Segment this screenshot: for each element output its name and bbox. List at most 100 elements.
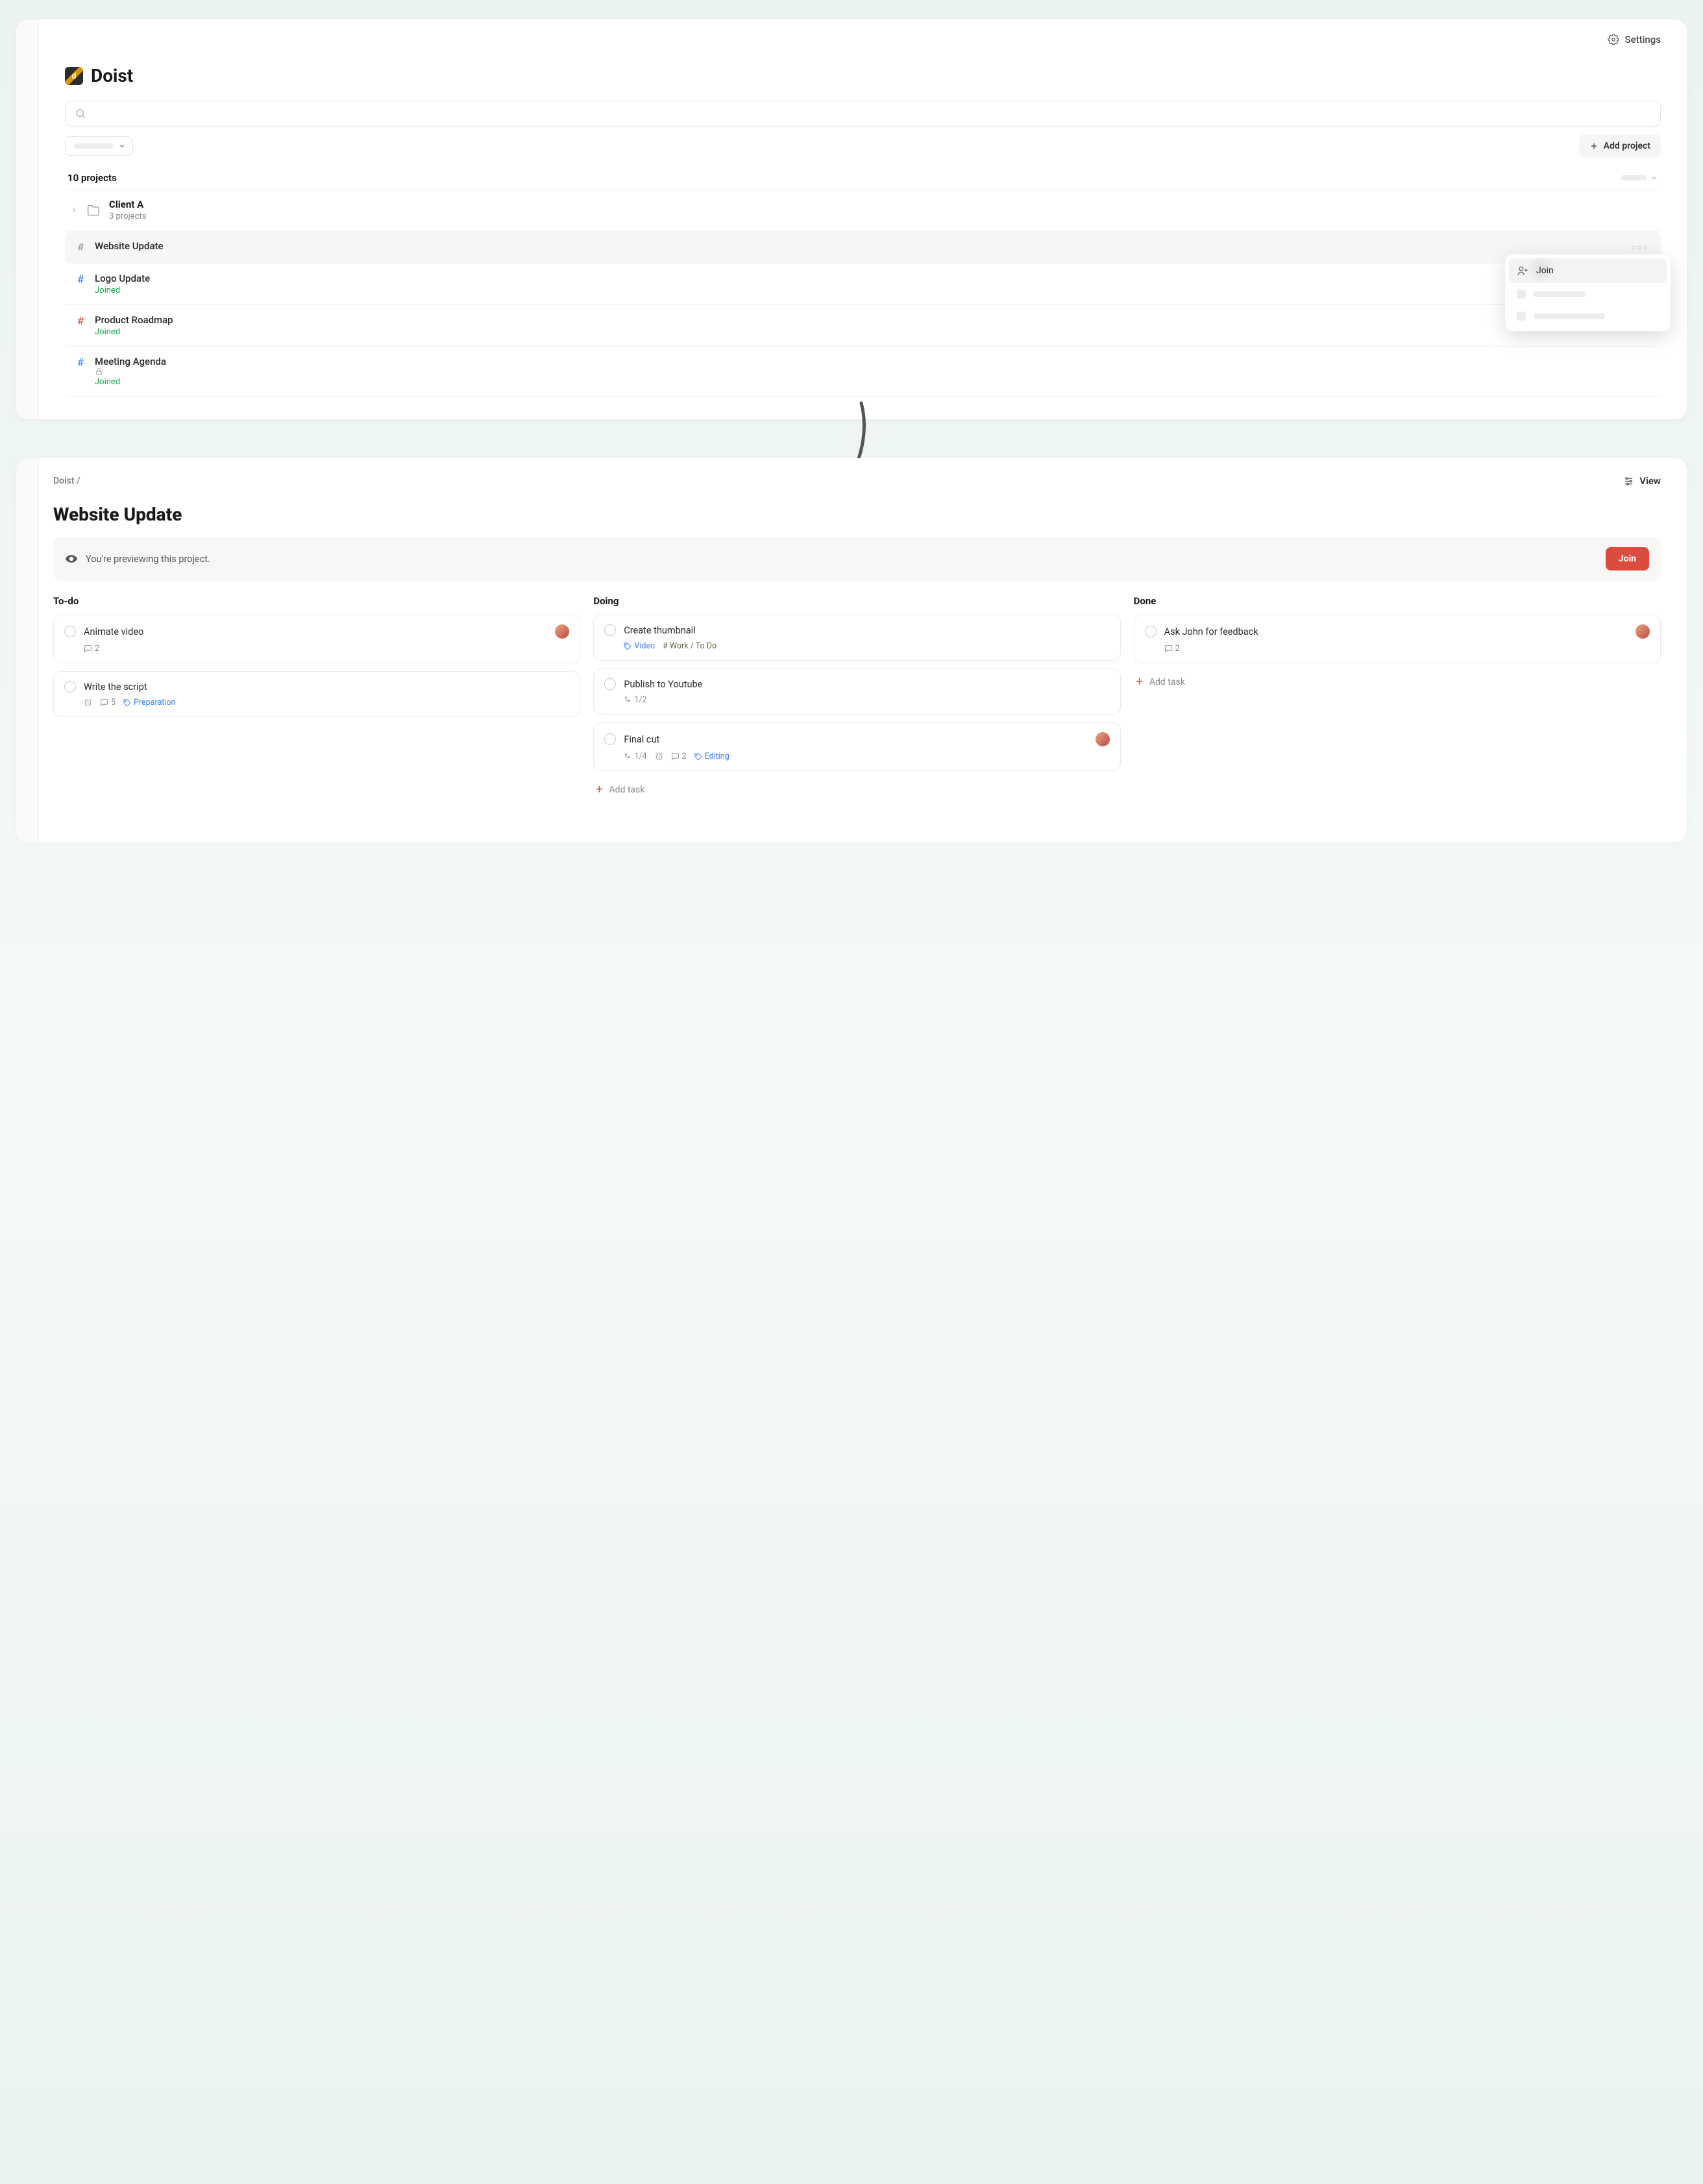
task-meta: 2 — [84, 644, 569, 654]
add-task-button[interactable]: + Add task — [593, 779, 1120, 800]
filter-dropdown[interactable] — [65, 136, 133, 156]
task-card[interactable]: Animate video 2 — [53, 615, 580, 663]
hash-icon: # — [75, 241, 86, 254]
menu-item-label: Join — [1536, 265, 1554, 276]
assignee-avatar — [1096, 732, 1110, 746]
subtask-count: 1/4 — [624, 752, 646, 761]
task-title: Write the script — [84, 681, 569, 693]
chevron-right-icon — [70, 206, 78, 214]
task-meta: 2 — [1164, 644, 1650, 654]
comment-count: 2 — [1164, 644, 1180, 654]
breadcrumb[interactable]: Doist / — [53, 476, 80, 486]
task-label: Video — [624, 641, 655, 651]
hash-icon: # — [75, 273, 86, 286]
plus-icon — [1589, 141, 1599, 151]
eye-icon — [65, 552, 78, 565]
comment-count: 2 — [84, 644, 99, 654]
board-column: To-do Animate video 2 Write the script 5 P… — [53, 595, 580, 800]
comment-count: 2 — [671, 752, 687, 761]
task-card[interactable]: Write the script 5 Preparation — [53, 671, 580, 717]
search-input[interactable] — [65, 101, 1661, 127]
reminder-icon — [84, 698, 92, 707]
column-title: Doing — [593, 595, 1120, 607]
project-row[interactable]: #Meeting AgendaJoined — [65, 347, 1661, 397]
project-window: Doist / View Website Update You're previ… — [16, 458, 1687, 842]
task-title: Ask John for feedback — [1164, 626, 1628, 637]
task-title: Publish to Youtube — [624, 679, 1109, 690]
task-label: Preparation — [123, 698, 175, 707]
workspace-name: Doist — [91, 65, 133, 86]
search-icon — [75, 108, 86, 119]
task-label: # Work / To Do — [663, 641, 717, 651]
project-title: Website Update — [53, 504, 1661, 525]
joined-badge: Joined — [95, 286, 1656, 295]
add-task-label: Add task — [1149, 677, 1185, 687]
column-title: To-do — [53, 595, 580, 607]
folder-icon — [87, 204, 100, 217]
task-meta: 1/4 2 Editing — [624, 752, 1109, 761]
folder-row[interactable]: Client A 3 projects — [65, 190, 1661, 231]
task-card[interactable]: Publish to Youtube 1/2 — [593, 669, 1120, 715]
join-button[interactable]: Join — [1606, 547, 1649, 571]
project-row[interactable]: #Website Update○○○Join — [65, 231, 1661, 264]
joined-badge: Joined — [95, 327, 1656, 337]
lock-icon — [95, 367, 1656, 376]
person-plus-icon — [1517, 265, 1528, 276]
sort-placeholder — [1621, 175, 1647, 180]
complete-checkbox[interactable] — [64, 681, 76, 693]
sidebar-stub — [16, 19, 39, 419]
add-project-label: Add project — [1604, 141, 1650, 151]
task-meta: 5 Preparation — [84, 698, 569, 707]
plus-icon: + — [1136, 675, 1143, 689]
preview-banner: You're previewing this project. Join — [53, 537, 1661, 581]
context-menu: Join — [1505, 254, 1671, 331]
reminder-icon — [655, 752, 663, 761]
more-menu-button[interactable]: ○○○ — [1631, 243, 1649, 252]
complete-checkbox[interactable] — [64, 626, 76, 637]
task-title: Animate video — [84, 626, 547, 637]
column-title: Done — [1134, 595, 1661, 607]
complete-checkbox[interactable] — [1145, 626, 1157, 637]
complete-checkbox[interactable] — [604, 624, 616, 636]
task-card[interactable]: Create thumbnail Video # Work / To Do — [593, 615, 1120, 661]
workspace-header: d Doist — [65, 65, 1661, 86]
folder-name: Client A — [109, 199, 1656, 210]
sidebar-stub — [16, 458, 39, 842]
filter-placeholder — [74, 143, 113, 149]
project-count: 10 projects — [67, 172, 117, 184]
hash-icon: # — [75, 356, 86, 369]
settings-button[interactable]: Settings — [1608, 34, 1661, 45]
plus-icon: + — [596, 783, 602, 796]
assignee-avatar — [1636, 624, 1650, 639]
sort-dropdown[interactable] — [1621, 174, 1658, 182]
task-card[interactable]: Ask John for feedback 2 — [1134, 615, 1661, 663]
project-row[interactable]: #Product RoadmapJoined — [65, 305, 1661, 347]
board-column: Doing Create thumbnail Video # Work / To D… — [593, 595, 1120, 800]
menu-item-join[interactable]: Join — [1509, 258, 1667, 283]
complete-checkbox[interactable] — [604, 678, 616, 690]
add-task-button[interactable]: + Add task — [1134, 671, 1661, 693]
task-meta: Video # Work / To Do — [624, 641, 1109, 651]
task-title: Create thumbnail — [624, 625, 1109, 636]
project-row[interactable]: #Logo UpdateJoined — [65, 264, 1661, 305]
complete-checkbox[interactable] — [604, 733, 616, 745]
assignee-avatar — [555, 624, 569, 639]
view-button[interactable]: View — [1623, 475, 1661, 487]
board: To-do Animate video 2 Write the script 5 P… — [53, 595, 1661, 800]
gear-icon — [1608, 34, 1619, 45]
workspace-logo: d — [65, 67, 83, 85]
task-meta: 1/2 — [624, 695, 1109, 705]
menu-item-placeholder — [1509, 305, 1667, 327]
view-label: View — [1639, 475, 1661, 487]
add-project-button[interactable]: Add project — [1579, 134, 1661, 158]
settings-label: Settings — [1624, 34, 1661, 45]
task-card[interactable]: Final cut 1/4 2 Editing — [593, 722, 1120, 771]
project-name: Product Roadmap — [95, 314, 1656, 326]
add-task-label: Add task — [609, 785, 645, 795]
sliders-icon — [1623, 476, 1634, 487]
menu-item-placeholder — [1509, 283, 1667, 305]
project-name: Website Update — [95, 240, 1656, 252]
board-column: Done Ask John for feedback 2 + Add task — [1134, 595, 1661, 800]
chevron-down-icon — [118, 142, 126, 150]
folder-subtitle: 3 projects — [109, 212, 1656, 221]
